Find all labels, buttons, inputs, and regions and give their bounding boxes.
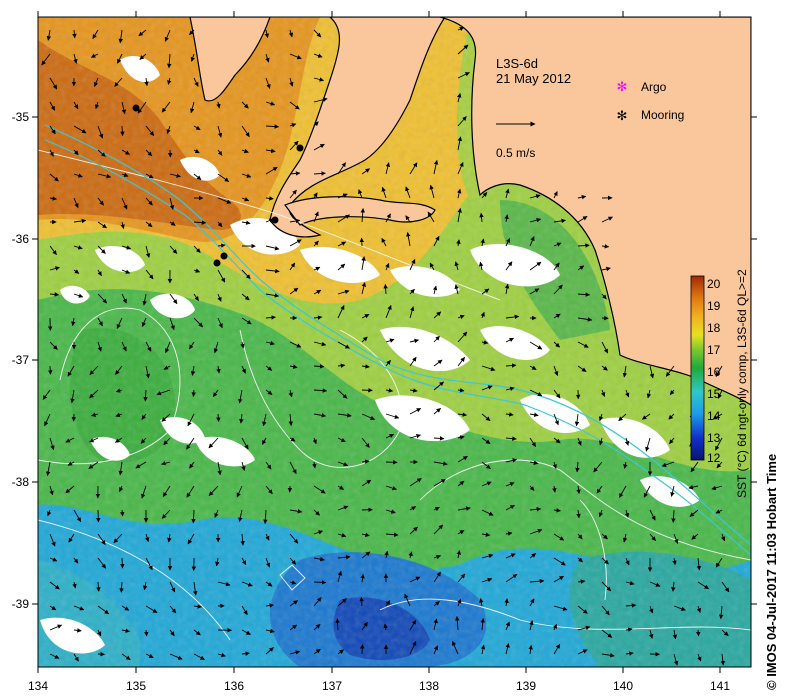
product-label: L3S-6d	[496, 56, 538, 71]
current-vector	[120, 125, 125, 137]
sst-map: 134 135 136 137 138 139 140 141 -35 -36 …	[12, 11, 757, 693]
mooring-marker	[220, 252, 228, 260]
mooring-marker	[213, 259, 221, 267]
lon-label: 140	[613, 679, 633, 693]
colorbar-tick: 14	[707, 409, 721, 423]
colorbar-label: SST (°C) 6d ngt-only comp, L3S-6d QL>=2	[735, 269, 749, 498]
colorbar-tick: 16	[707, 365, 721, 379]
lon-labels: 134 135 136 137 138 139 140 141	[28, 679, 730, 693]
lon-label: 136	[224, 679, 244, 693]
lon-label: 139	[516, 679, 536, 693]
mooring-legend-label: Mooring	[641, 108, 684, 122]
current-vector	[359, 596, 364, 607]
mooring-marker	[271, 216, 279, 224]
colorbar-tick: 19	[707, 299, 721, 313]
current-vector	[48, 365, 53, 375]
lon-label: 138	[419, 679, 439, 693]
current-vector	[313, 580, 327, 585]
date-label: 21 May 2012	[496, 71, 571, 86]
mooring-marker	[132, 104, 140, 112]
lat-label: -36	[12, 232, 30, 246]
lon-label: 134	[28, 679, 48, 693]
current-vector	[695, 629, 701, 637]
lat-label: -39	[12, 597, 30, 611]
colorbar-tick: 12	[707, 451, 721, 465]
lat-label: -38	[12, 475, 30, 489]
colorbar-ticks: 20 19 18 17 16 15 14 13 12	[707, 277, 721, 465]
colorbar-tick: 15	[707, 387, 721, 401]
colorbar-gradient	[690, 275, 705, 461]
imos-credit: © IMOS 04-Jul-2017 11:03 Hobart Time	[764, 453, 779, 690]
lat-label: -37	[12, 353, 30, 367]
lon-label: 137	[322, 679, 342, 693]
current-vector	[120, 557, 125, 569]
colorbar-tick: 13	[707, 431, 721, 445]
lon-label: 141	[710, 679, 730, 693]
argo-symbol: ✻	[617, 79, 628, 94]
mooring-marker	[296, 144, 304, 152]
colorbar-tick: 17	[707, 343, 721, 357]
lon-label: 135	[126, 679, 146, 693]
mooring-symbol: ✻	[617, 108, 628, 123]
vector-scale-label: 0.5 m/s	[496, 146, 535, 160]
lat-label: -35	[12, 110, 30, 124]
colorbar-tick: 20	[707, 277, 721, 291]
colorbar-tick: 18	[707, 321, 721, 335]
lat-labels: -35 -36 -37 -38 -39	[12, 110, 30, 611]
argo-legend-label: Argo	[641, 80, 667, 94]
